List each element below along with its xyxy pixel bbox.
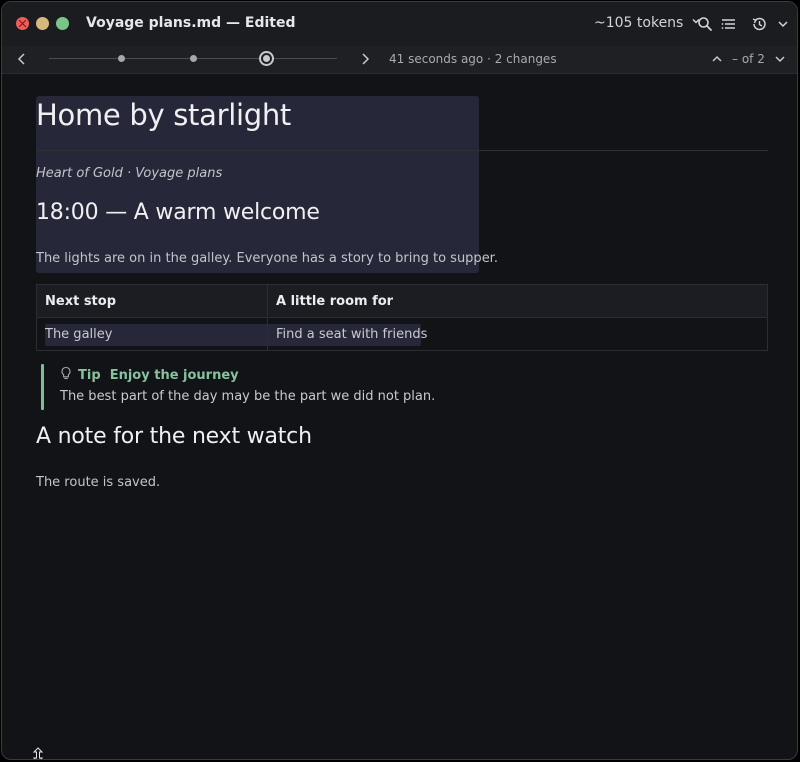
tip-text: The best part of the day may be the part… — [60, 389, 436, 404]
table-cell: The galley — [36, 317, 268, 351]
resize-cursor-icon — [32, 747, 44, 759]
table-header-cell: A little room for — [267, 284, 768, 318]
history-point[interactable] — [118, 55, 125, 62]
close-window-button[interactable] — [16, 17, 29, 30]
tip-title: Enjoy the journey — [109, 368, 239, 383]
document-subtitle: Heart of Gold · Voyage plans — [36, 166, 223, 181]
history-bar: 41 seconds ago · 2 changes – of 2 — [2, 46, 797, 74]
lightbulb-icon — [61, 366, 71, 380]
section-heading: A note for the next watch — [36, 424, 312, 449]
editor-window: Voyage plans.md — Edited ~105 tokens 41 … — [1, 1, 798, 760]
title-bar: Voyage plans.md — Edited ~105 tokens — [2, 2, 797, 47]
table-row: The galley Find a seat with friends — [36, 317, 768, 351]
tip-accent-bar — [41, 364, 44, 410]
history-icon[interactable] — [750, 15, 768, 33]
section-heading: 18:00 — A warm welcome — [36, 200, 320, 225]
zoom-window-button[interactable] — [56, 17, 69, 30]
chevron-up-icon[interactable] — [710, 51, 724, 67]
title-divider — [36, 150, 768, 151]
table-cell: Find a seat with friends — [267, 317, 768, 351]
tip-label: Tip — [78, 368, 101, 383]
chevron-right-icon[interactable] — [358, 51, 372, 67]
chevron-down-icon[interactable] — [774, 15, 792, 33]
token-count-label: ~105 tokens — [594, 15, 684, 31]
window-title: Voyage plans.md — Edited — [86, 15, 296, 31]
document-title: Home by starlight — [36, 98, 291, 132]
table-header-row: Next stop A little room for — [36, 284, 768, 318]
history-current-point[interactable] — [259, 51, 274, 66]
tip-heading: Tip Enjoy the journey — [60, 366, 239, 383]
table-header-cell: Next stop — [36, 284, 268, 318]
chevron-left-icon[interactable] — [15, 51, 29, 67]
token-count-menu[interactable]: ~105 tokens — [594, 15, 701, 31]
paragraph: The route is saved. — [36, 475, 161, 490]
outline-icon[interactable] — [720, 15, 738, 33]
search-icon[interactable] — [696, 15, 714, 33]
paragraph: The lights are on in the galley. Everyon… — [36, 251, 498, 266]
chevron-down-icon[interactable] — [773, 51, 787, 67]
history-status: 41 seconds ago · 2 changes — [389, 52, 557, 66]
change-counter: – of 2 — [732, 52, 765, 66]
minimize-window-button[interactable] — [36, 17, 49, 30]
stops-table: Next stop A little room for The galley F… — [36, 284, 768, 351]
history-point[interactable] — [190, 55, 197, 62]
